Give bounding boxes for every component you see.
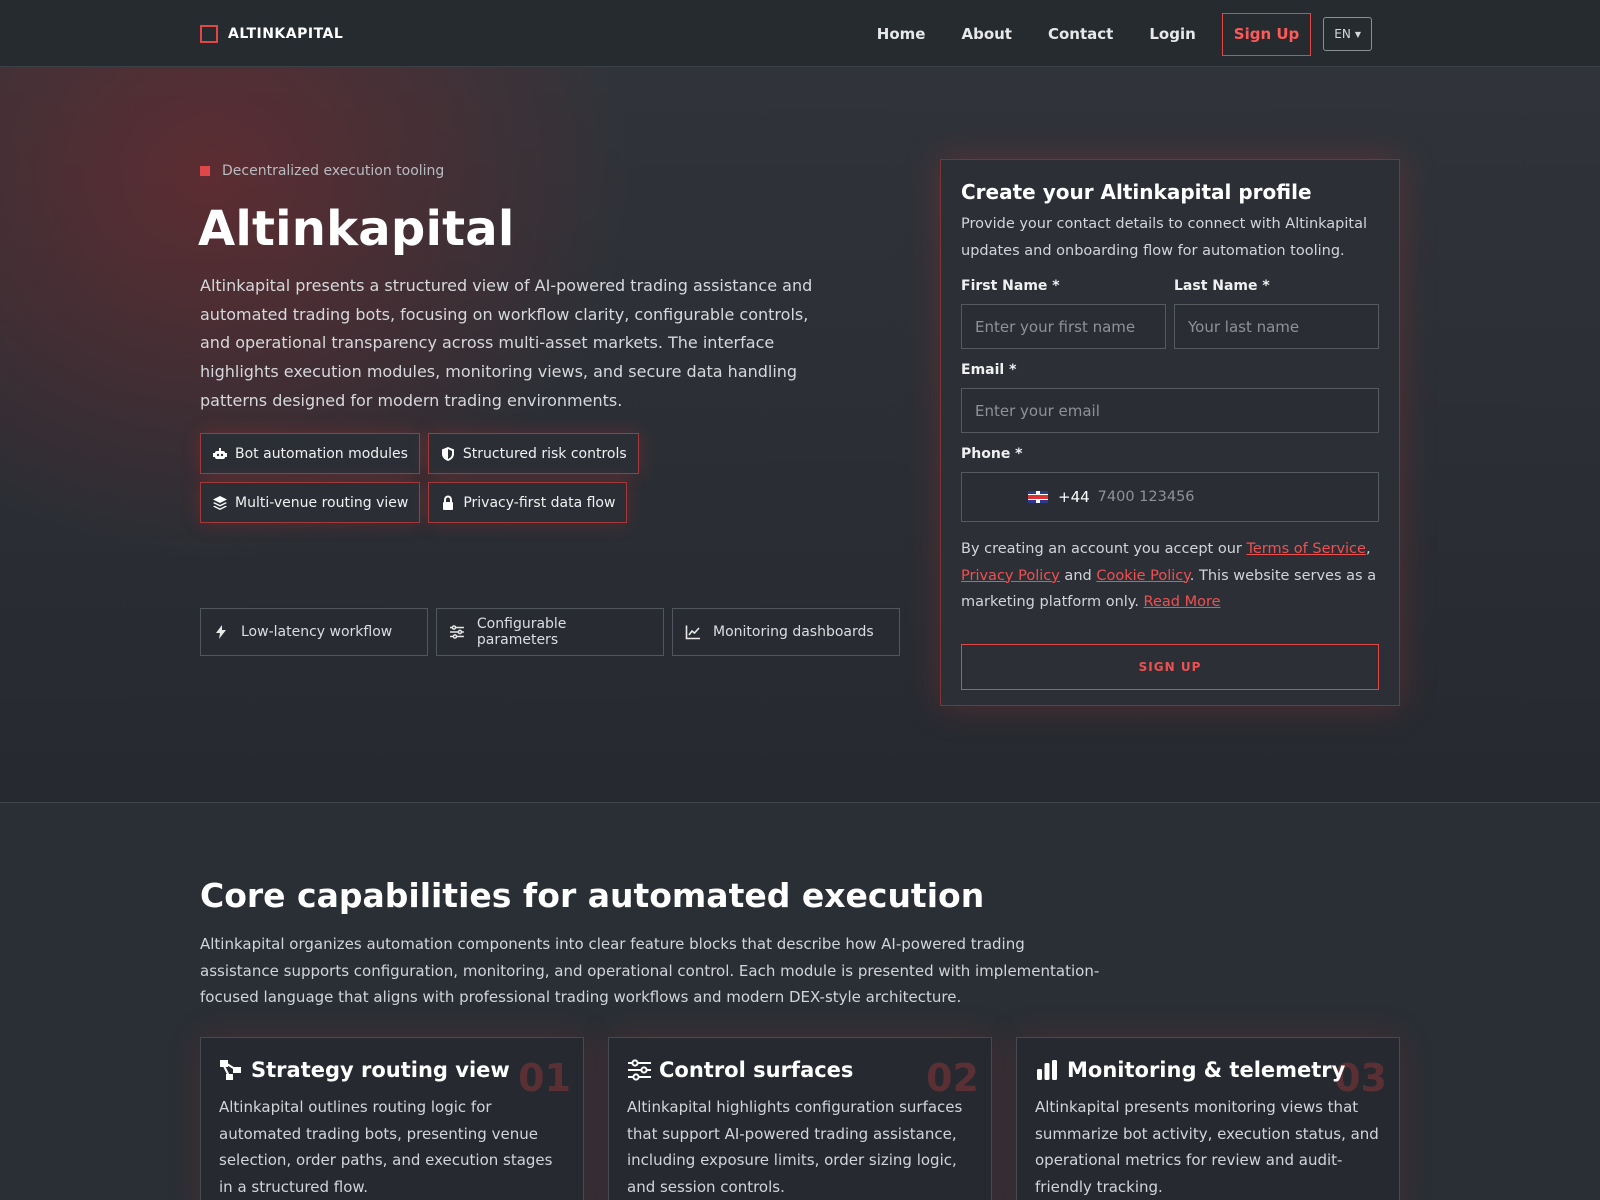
hero-description: Altinkapital presents a structured view … [200, 276, 813, 410]
phone-label: Phone * [961, 446, 1023, 462]
hero-eyebrow: Decentralized execution tooling [200, 163, 444, 179]
nav-login-link[interactable]: Login [1149, 25, 1195, 43]
layers-icon [213, 495, 227, 510]
square-bullet-icon [200, 166, 210, 176]
uk-flag-icon[interactable] [1028, 491, 1048, 503]
capability-cards: 01 Strategy routing view Altinkapital ou… [200, 1037, 1400, 1200]
legal-and: and [1059, 567, 1097, 584]
sliders-icon [449, 625, 464, 639]
chip-label: Structured risk controls [462, 445, 627, 462]
eyebrow-text: Decentralized execution tooling [222, 163, 445, 179]
capability-card: 03 Monitoring & telemetry Altinkapital p… [1016, 1037, 1400, 1200]
nav-contact-link[interactable]: Contact [1048, 25, 1113, 43]
card-body: Altinkapital presents monitoring views t… [1035, 1098, 1379, 1196]
robot-icon [213, 447, 227, 459]
capability-card: 01 Strategy routing view Altinkapital ou… [200, 1037, 584, 1200]
chip-label: Bot automation modules [235, 445, 408, 462]
capability-card: 02 Control surfaces Altinkapital highlig… [608, 1037, 992, 1200]
email-group: Email * Enter your email [961, 362, 1379, 433]
brand-logo[interactable]: ALTINKAPITAL [200, 24, 343, 44]
bolt-icon [216, 625, 226, 639]
chip-privacy: Privacy-first data flow [428, 482, 628, 523]
name-row: First Name * Enter your first name Last … [961, 278, 1379, 349]
chip-label: Privacy-first data flow [463, 494, 616, 511]
email-input[interactable]: Enter your email [961, 388, 1379, 433]
card-title: Control surfaces [659, 1058, 854, 1082]
logo-square-icon [200, 25, 218, 43]
nav-home-link[interactable]: Home [877, 25, 926, 43]
feature-label: Configurable parameters [476, 616, 567, 648]
capabilities-title: Core capabilities for automated executio… [200, 876, 985, 915]
brand-name: ALTINKAPITAL [228, 26, 344, 42]
nav-links: Home About Contact Login Sign Up EN ▼ [877, 12, 1372, 56]
hero-features: Low-latency workflow Configurable parame… [200, 608, 900, 656]
legal-text: By creating an account you accept our Te… [961, 536, 1379, 616]
feature-low-latency: Low-latency workflow [200, 608, 428, 656]
language-selector[interactable]: EN ▼ [1323, 17, 1372, 51]
cookie-link[interactable]: Cookie Policy [1096, 568, 1189, 584]
caret-down-icon: ▼ [1354, 29, 1361, 39]
phone-dial-code[interactable]: +44 [1058, 488, 1090, 506]
hero-title: Altinkapital [198, 201, 515, 257]
route-icon [220, 1060, 241, 1080]
shield-icon [441, 446, 454, 461]
hero-chips: Bot automation modules Structured risk c… [200, 433, 860, 523]
legal-comma: , [1365, 541, 1371, 557]
form-title: Create your Altinkapital profile [961, 180, 1312, 204]
form-subtitle: Provide your contact details to connect … [961, 216, 1368, 259]
top-nav: ALTINKAPITAL Home About Contact Login Si… [0, 0, 1600, 67]
line-chart-icon [685, 625, 700, 640]
sliders-icon [628, 1059, 651, 1081]
card-title: Monitoring & telemetry [1067, 1058, 1346, 1082]
phone-placeholder: 7400 123456 [1097, 489, 1195, 505]
card-head: Strategy routing view [219, 1058, 565, 1082]
capabilities-description: Altinkapital organizes automation compon… [200, 935, 1100, 1006]
card-title: Strategy routing view [251, 1058, 510, 1082]
feature-label: Low-latency workflow [241, 624, 393, 640]
bar-chart-icon [1037, 1060, 1057, 1080]
last-name-group: Last Name * Your last name [1174, 278, 1379, 349]
phone-group: Phone * +44 7400 123456 [961, 446, 1379, 522]
signup-form-card: Create your Altinkapital profile Provide… [940, 159, 1400, 706]
hero-section: Decentralized execution tooling Altinkap… [0, 67, 1600, 803]
feature-configurable: Configurable parameters [436, 608, 664, 656]
feature-label: Monitoring dashboards [713, 624, 874, 640]
card-head: Control surfaces [627, 1058, 973, 1082]
privacy-link[interactable]: Privacy Policy [961, 568, 1060, 584]
chip-risk-controls: Structured risk controls [427, 433, 639, 474]
signup-submit-button[interactable]: SIGN UP [961, 643, 1379, 690]
first-name-group: First Name * Enter your first name [961, 278, 1166, 349]
chip-routing-view: Multi-venue routing view [200, 482, 421, 523]
lock-icon [443, 494, 454, 510]
last-name-label: Last Name * [1174, 278, 1270, 294]
card-body: Altinkapital highlights configuration su… [627, 1098, 963, 1196]
card-head: Monitoring & telemetry [1035, 1058, 1381, 1082]
terms-link[interactable]: Terms of Service [1246, 541, 1365, 557]
nav-signup-button[interactable]: Sign Up [1221, 12, 1312, 56]
language-value: EN [1334, 27, 1351, 41]
email-label: Email * [961, 362, 1017, 378]
last-name-input[interactable]: Your last name [1174, 304, 1379, 349]
first-name-label: First Name * [961, 278, 1060, 294]
card-body: Altinkapital outlines routing logic for … [219, 1098, 553, 1196]
chip-bot-automation: Bot automation modules [200, 433, 420, 474]
feature-monitoring: Monitoring dashboards [672, 608, 900, 656]
phone-input[interactable]: +44 7400 123456 [961, 472, 1379, 522]
nav-about-link[interactable]: About [961, 25, 1012, 43]
first-name-input[interactable]: Enter your first name [961, 304, 1166, 349]
legal-prefix: By creating an account you accept our [961, 541, 1247, 557]
chip-label: Multi-venue routing view [235, 494, 409, 511]
read-more-link[interactable]: Read More [1144, 594, 1221, 610]
